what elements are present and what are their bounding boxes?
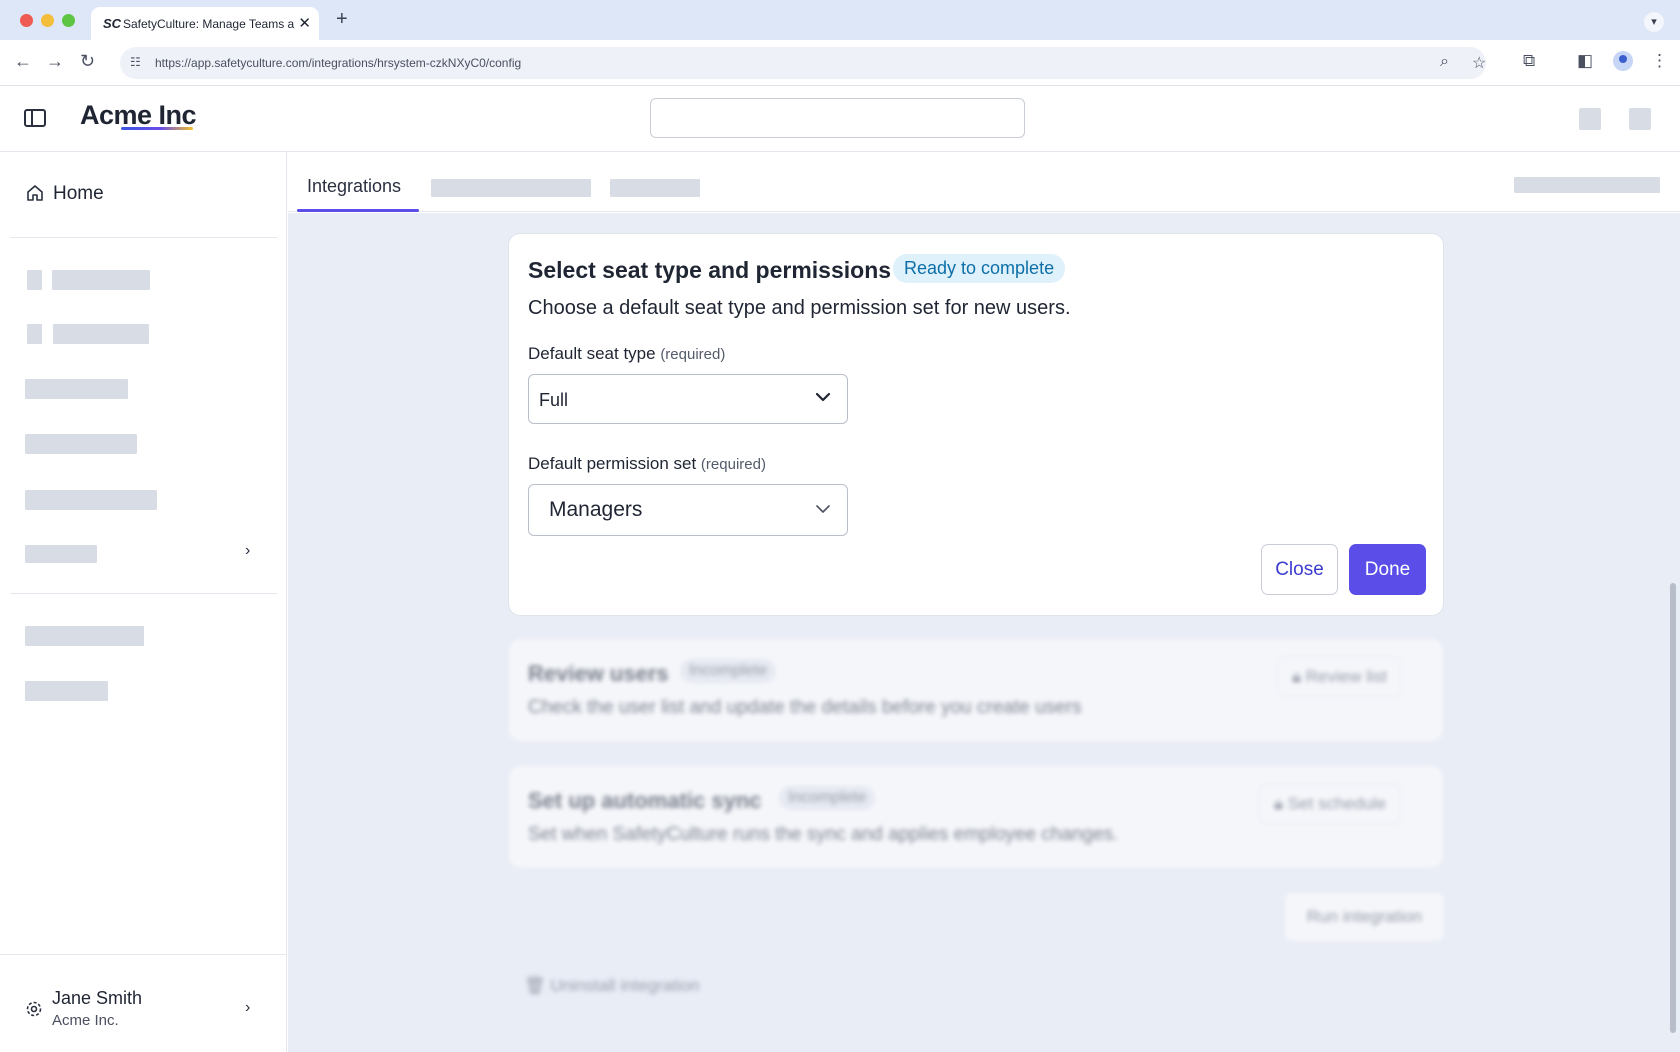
main-content: Integrations Select seat type and permis… bbox=[288, 152, 1680, 1052]
set-schedule-button[interactable]: 🔒︎ Set schedule bbox=[1259, 784, 1402, 824]
sidebar-placeholder-item[interactable] bbox=[25, 490, 157, 510]
user-name: Jane Smith bbox=[52, 988, 143, 1008]
zoom-icon[interactable]: ⌕ bbox=[1440, 53, 1449, 71]
permission-set-label: Default permission set (required) bbox=[528, 454, 766, 474]
window-minimize-button[interactable] bbox=[41, 14, 54, 27]
lock-icon: 🔒︎ bbox=[1274, 794, 1284, 813]
chevron-right-icon: › bbox=[245, 999, 251, 1016]
extensions-icon[interactable]: ⧉ bbox=[1523, 51, 1535, 71]
seat-type-value: Full bbox=[539, 390, 569, 410]
window-maximize-button[interactable] bbox=[62, 14, 75, 27]
app-header: Acme Inc bbox=[0, 86, 1680, 152]
tab-title: SafetyCulture: Manage Teams and... bbox=[123, 17, 295, 31]
profile-avatar-icon[interactable] bbox=[1613, 51, 1633, 71]
header-placeholder-icon[interactable] bbox=[1579, 108, 1601, 130]
window-close-button[interactable] bbox=[20, 14, 33, 27]
card-title: Select seat type and permissions bbox=[528, 257, 892, 283]
content-tabs: Integrations bbox=[288, 152, 1680, 212]
address-bar[interactable]: ☷ https://app.safetyculture.com/integrat… bbox=[120, 47, 1486, 79]
sidebar-item-label: Home bbox=[53, 183, 104, 204]
seat-type-select[interactable]: Full bbox=[528, 374, 848, 424]
sidebar-placeholder-item[interactable] bbox=[25, 545, 97, 563]
tab-integrations[interactable]: Integrations bbox=[307, 176, 401, 197]
active-tab-indicator bbox=[297, 209, 419, 212]
sidebar-placeholder-item[interactable] bbox=[25, 681, 108, 701]
header-placeholder-icon[interactable] bbox=[1629, 108, 1651, 130]
header-placeholder-action[interactable] bbox=[1514, 177, 1660, 193]
automatic-sync-card: Set up automatic sync Incomplete Set whe… bbox=[508, 765, 1444, 869]
forward-arrow-icon[interactable]: → bbox=[46, 51, 64, 72]
card-description: Choose a default seat type and permissio… bbox=[528, 297, 1071, 319]
sidebar: Home › Jane Smith Acme Inc. › bbox=[0, 152, 287, 1052]
seat-type-label-text: Default seat type bbox=[528, 344, 656, 363]
close-tab-icon[interactable]: ✕ bbox=[298, 14, 311, 32]
home-icon bbox=[27, 185, 43, 201]
lock-icon: 🔒︎ bbox=[1292, 667, 1302, 686]
review-users-card: Review users Incomplete Check the user l… bbox=[508, 638, 1444, 742]
close-button[interactable]: Close bbox=[1261, 544, 1338, 595]
run-integration-button[interactable]: Run integration bbox=[1284, 892, 1445, 942]
permission-set-label-text: Default permission set bbox=[528, 454, 697, 473]
uninstall-integration-link[interactable]: 🗑︎ Uninstall integration bbox=[524, 976, 700, 996]
user-profile-footer[interactable]: Jane Smith Acme Inc. › bbox=[0, 954, 287, 1052]
sidebar-divider bbox=[10, 593, 277, 594]
tab-placeholder[interactable] bbox=[610, 179, 700, 197]
chevron-down-icon bbox=[816, 505, 830, 513]
button-label: Review list bbox=[1305, 667, 1388, 686]
seat-permissions-card: Select seat type and permissions Ready t… bbox=[508, 233, 1444, 616]
chevron-down-icon bbox=[815, 392, 831, 402]
tab-placeholder[interactable] bbox=[431, 179, 591, 197]
sidebar-divider bbox=[10, 237, 277, 238]
browser-tab[interactable]: SC SafetyCulture: Manage Teams and... ✕ bbox=[91, 7, 319, 40]
gear-icon bbox=[26, 1001, 42, 1017]
back-arrow-icon[interactable]: ← bbox=[14, 51, 32, 72]
sidebar-toggle-icon[interactable] bbox=[24, 109, 46, 127]
sidebar-placeholder-item[interactable] bbox=[25, 434, 137, 454]
browser-menu-icon[interactable]: ⋮ bbox=[1651, 51, 1668, 71]
required-hint: (required) bbox=[700, 456, 766, 473]
status-badge: Ready to complete bbox=[893, 254, 1066, 283]
browser-tab-bar: SC SafetyCulture: Manage Teams and... ✕ … bbox=[0, 0, 1680, 40]
new-tab-button[interactable]: + bbox=[336, 8, 348, 31]
favicon-icon: SC bbox=[103, 16, 122, 31]
status-badge: Incomplete bbox=[779, 786, 876, 810]
uninstall-label: Uninstall integration bbox=[550, 976, 700, 995]
url-text: https://app.safetyculture.com/integratio… bbox=[155, 56, 522, 70]
placeholder-icon bbox=[27, 324, 42, 344]
card-description: Set when SafetyCulture runs the sync and… bbox=[528, 824, 1119, 845]
site-settings-icon[interactable]: ☷ bbox=[130, 55, 141, 69]
permission-set-value: Managers bbox=[549, 498, 643, 521]
sidebar-placeholder-item[interactable] bbox=[25, 379, 128, 399]
chevron-right-icon[interactable]: › bbox=[245, 542, 250, 560]
status-badge: Incomplete bbox=[680, 659, 777, 683]
side-panel-icon[interactable]: ◧ bbox=[1577, 51, 1593, 71]
permission-set-select[interactable]: Managers bbox=[528, 484, 848, 536]
sidebar-placeholder-item[interactable] bbox=[25, 626, 144, 646]
sidebar-placeholder-item[interactable] bbox=[52, 270, 150, 290]
global-search-input[interactable] bbox=[650, 98, 1025, 138]
bookmark-star-icon[interactable]: ☆ bbox=[1472, 53, 1486, 73]
review-list-button[interactable]: 🔒︎ Review list bbox=[1277, 657, 1403, 697]
placeholder-icon bbox=[27, 270, 42, 290]
required-hint: (required) bbox=[660, 346, 726, 363]
tab-search-icon[interactable]: ▾ bbox=[1644, 12, 1664, 32]
browser-toolbar: ← → ↻ ☷ https://app.safetyculture.com/in… bbox=[0, 40, 1680, 86]
button-label: Set schedule bbox=[1287, 794, 1387, 813]
done-button[interactable]: Done bbox=[1349, 544, 1426, 595]
trash-icon: 🗑︎ bbox=[524, 976, 546, 995]
seat-type-label: Default seat type (required) bbox=[528, 344, 725, 364]
reload-icon[interactable]: ↻ bbox=[80, 51, 95, 72]
integration-panel: Select seat type and permissions Ready t… bbox=[288, 213, 1680, 1052]
sidebar-placeholder-item[interactable] bbox=[53, 324, 149, 344]
scrollbar[interactable] bbox=[1670, 583, 1676, 1033]
card-title: Review users bbox=[528, 661, 669, 686]
card-title: Set up automatic sync bbox=[528, 788, 762, 813]
logo-underline bbox=[121, 127, 193, 130]
user-organization: Acme Inc. bbox=[52, 1012, 119, 1029]
card-description: Check the user list and update the detai… bbox=[528, 697, 1082, 718]
